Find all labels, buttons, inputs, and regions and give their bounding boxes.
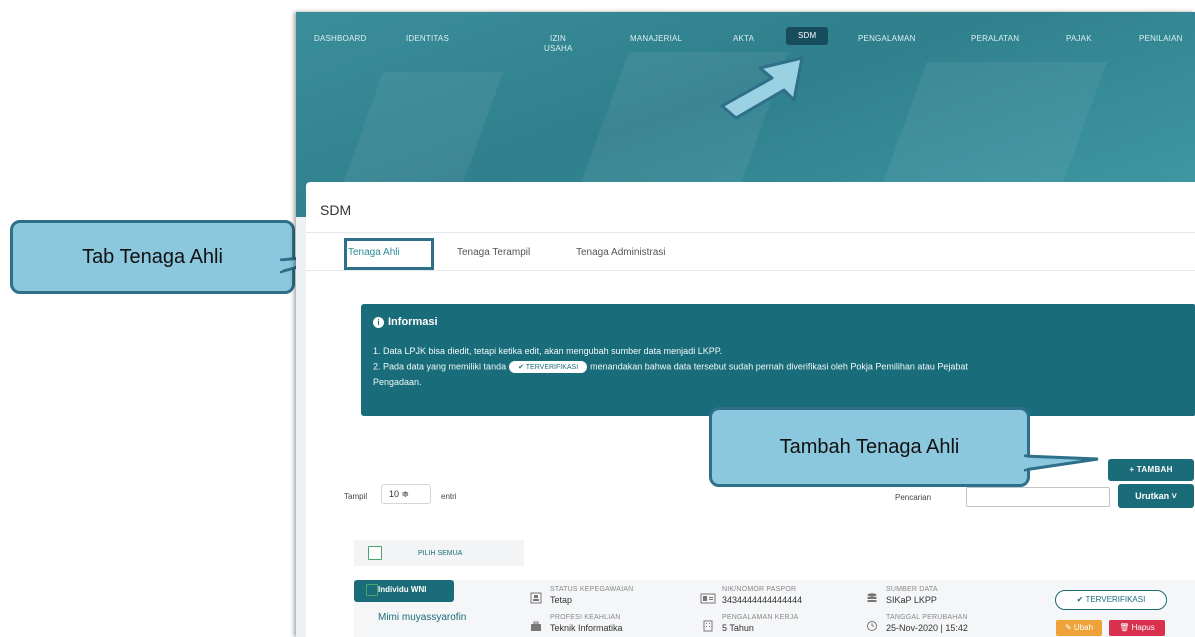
pengalaman-field: PENGALAMAN KERJA 5 Tahun (722, 614, 798, 633)
info-line-2-b: menandakan bahwa data tersebut sudah per… (590, 361, 968, 372)
select-all-label: PILIH SEMUA (418, 550, 463, 557)
info-line-3: Pengadaan. (373, 377, 422, 387)
callout-tambah-pointer (1024, 454, 1099, 472)
nav-identitas[interactable]: IDENTITAS (406, 34, 449, 44)
type-badge: Individu WNI (354, 580, 454, 602)
info-line-1: 1. Data LPJK bisa diedit, tetapi ketika … (373, 346, 723, 356)
pengalaman-value: 5 Tahun (722, 623, 754, 633)
tambah-button[interactable]: + TAMBAH (1108, 459, 1194, 481)
list-item: Individu WNI Mimi muyassyarofin STATUS K… (354, 580, 1195, 637)
app-frame: DASHBOARD IDENTITAS IZIN USAHA MANAJERIA… (296, 12, 1195, 637)
nik-field: NIK/NOMOR PASPOR 3434444444444444 (722, 586, 802, 605)
nav-pengalaman[interactable]: PENGALAMAN (858, 34, 916, 44)
pengalaman-label: PENGALAMAN KERJA (722, 614, 799, 621)
callout-tab-tenaga-ahli: Tab Tenaga Ahli (10, 220, 295, 294)
divider (306, 270, 1195, 271)
profesi-field: PROFESI KEAHLIAN Teknik Informatika (550, 614, 623, 633)
info-title-text: Informasi (388, 316, 438, 328)
ubah-button[interactable]: ✎ Ubah (1056, 620, 1102, 636)
building-icon (703, 620, 713, 632)
database-icon (867, 593, 877, 602)
type-badge-label: Individu WNI (378, 585, 427, 594)
callout-tambah-tenaga-ahli: Tambah Tenaga Ahli (709, 407, 1030, 487)
urutkan-button[interactable]: Urutkan ˅ (1118, 484, 1194, 508)
page-title: SDM (320, 202, 352, 218)
divider (306, 232, 1195, 233)
nav-sdm[interactable]: SDM (786, 27, 829, 45)
status-field: STATUS KEPEGAWAIAN Tetap (550, 586, 633, 605)
nav-akta[interactable]: AKTA (733, 34, 754, 44)
hapus-button[interactable]: 🗑 Hapus (1109, 620, 1165, 636)
profesi-label: PROFESI KEAHLIAN (550, 614, 621, 621)
nav-manajerial[interactable]: MANAJERIAL (630, 34, 682, 44)
callout-tab-text: Tab Tenaga Ahli (82, 246, 223, 268)
info-line-2-a: 2. Pada data yang memiliki tanda (373, 361, 507, 372)
select-all-row: PILIH SEMUA (354, 540, 524, 566)
nav-izin-usaha[interactable]: IZIN USAHA (544, 34, 572, 54)
info-title: i Informasi (373, 316, 438, 328)
sumber-value: SIKaP LKPP (886, 595, 937, 605)
page-size-select[interactable]: 10 ≑ (381, 484, 431, 504)
select-all-checkbox[interactable] (368, 546, 382, 560)
tanggal-label: TANGGAL PERUBAHAN (886, 614, 968, 621)
sumber-field: SUMBER DATA SIKaP LKPP (886, 586, 938, 605)
info-line-2: 2. Pada data yang memiliki tanda ✔ TERVER… (373, 361, 968, 373)
clock-icon (867, 621, 877, 631)
passport-icon (700, 593, 716, 604)
search-input[interactable] (966, 487, 1110, 507)
nav-peralatan[interactable]: PERALATAN (971, 34, 1019, 44)
profesi-value: Teknik Informatika (550, 623, 623, 633)
briefcase-icon (531, 621, 541, 631)
sumber-label: SUMBER DATA (886, 586, 938, 593)
nik-label: NIK/NOMOR PASPOR (722, 586, 797, 593)
tab-highlight-box (344, 238, 434, 270)
info-box: i Informasi 1. Data LPJK bisa diedit, tet… (361, 304, 1195, 416)
callout-tambah-text: Tambah Tenaga Ahli (779, 436, 960, 458)
nik-value: 3434444444444444 (722, 595, 803, 605)
id-card-icon (530, 592, 542, 604)
arrow-pointer-icon (720, 56, 804, 120)
tab-tenaga-administrasi[interactable]: Tenaga Administrasi (576, 247, 666, 258)
tampil-label: Tampil (344, 492, 368, 501)
tanggal-field: TANGGAL PERUBAHAN 25-Nov-2020 | 15:42 (886, 614, 968, 633)
nav-pajak[interactable]: PAJAK (1066, 34, 1092, 44)
info-circle-icon: i (373, 317, 384, 328)
status-value: Tetap (550, 595, 573, 605)
row-checkbox[interactable] (366, 584, 378, 596)
person-name-link[interactable]: Mimi muyassyarofin (378, 612, 466, 623)
tanggal-value: 25-Nov-2020 | 15:42 (886, 623, 968, 633)
entri-label: entri (441, 492, 457, 501)
nav-penilaian[interactable]: PENILAIAN (1139, 34, 1183, 44)
pencarian-label: Pencarian (895, 493, 932, 502)
status-label: STATUS KEPEGAWAIAN (550, 586, 634, 593)
tab-tenaga-terampil[interactable]: Tenaga Terampil (457, 247, 530, 258)
verified-status-badge: ✔ TERVERIFIKASI (1055, 590, 1167, 610)
nav-dashboard[interactable]: DASHBOARD (314, 34, 366, 44)
verified-badge: ✔ TERVERIFIKASI (509, 361, 588, 373)
